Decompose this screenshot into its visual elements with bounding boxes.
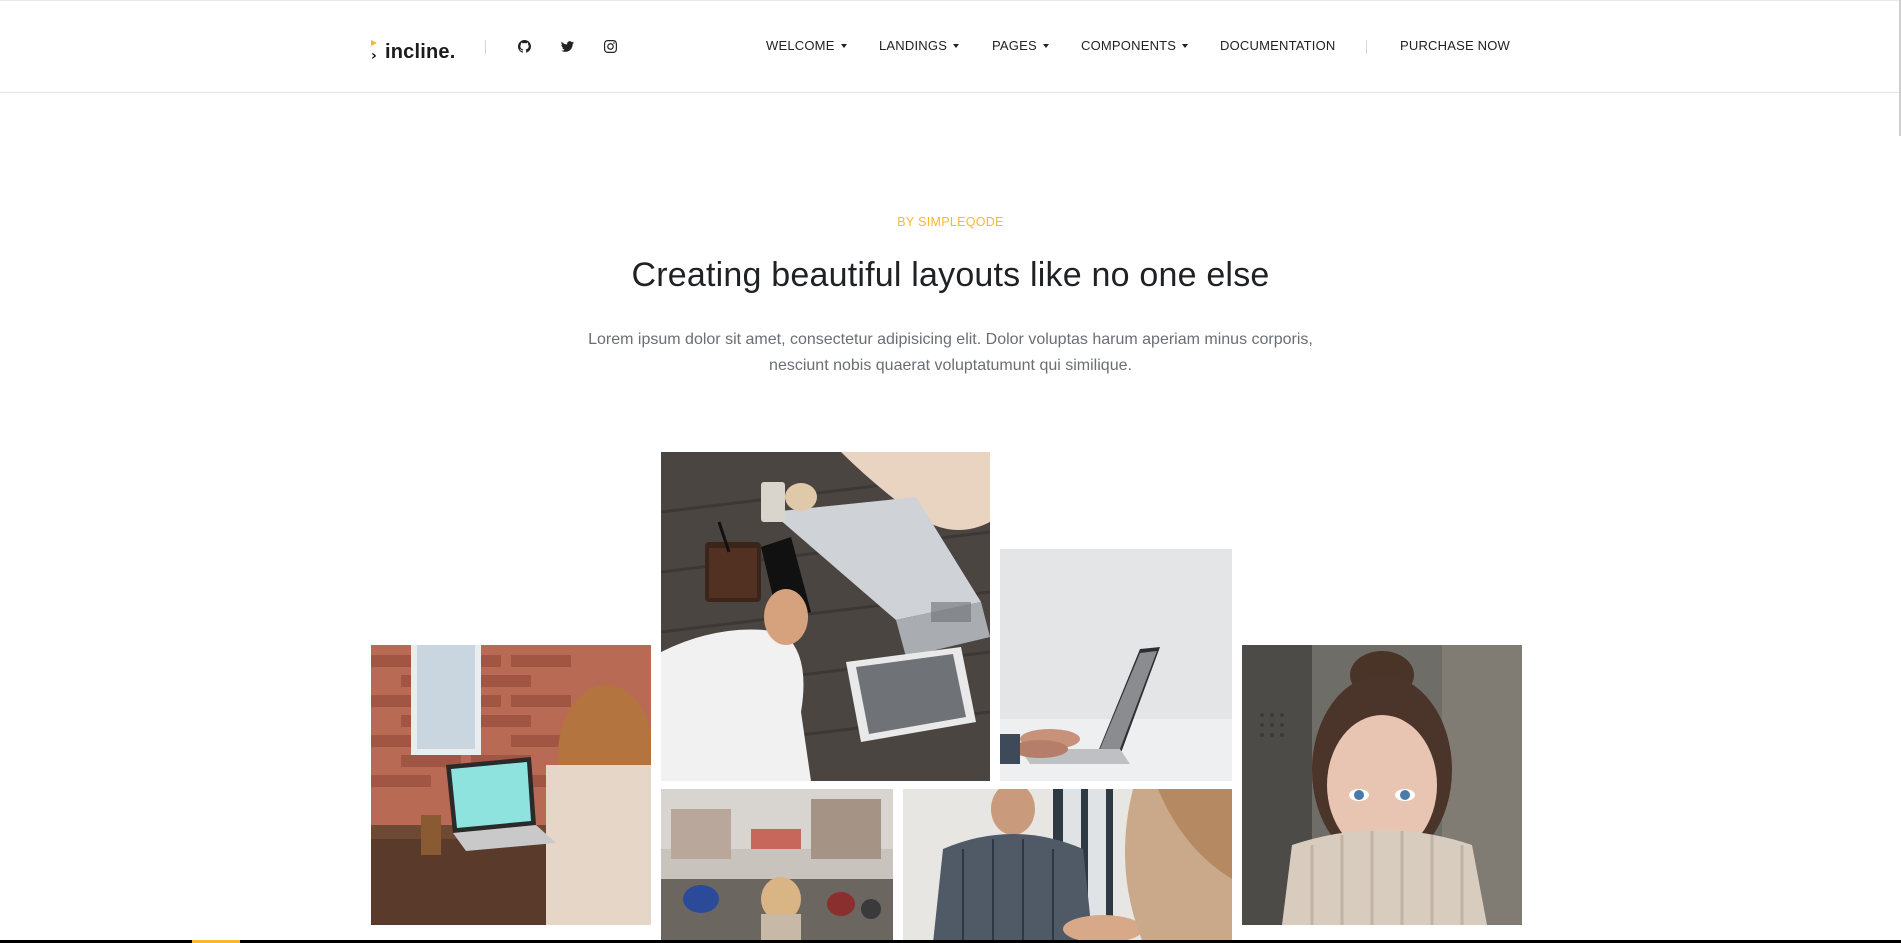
- nav-pages-label: PAGES: [992, 38, 1037, 53]
- divider: [485, 40, 486, 54]
- gallery-photo-woman-sweater[interactable]: [1242, 645, 1522, 925]
- caret-down-icon: [840, 44, 847, 48]
- navbar: › incline. WELCOME LANDINGS PAGES COMPON…: [0, 0, 1901, 93]
- caret-down-icon: [1182, 44, 1189, 48]
- instagram-icon[interactable]: [601, 37, 619, 55]
- gallery-photo-street-crowd[interactable]: [661, 789, 893, 943]
- gallery-photo-laptop-brick-wall[interactable]: [371, 645, 651, 925]
- nav-welcome[interactable]: WELCOME: [766, 38, 847, 53]
- nav-pages[interactable]: PAGES: [992, 38, 1049, 53]
- caret-down-icon: [1042, 44, 1049, 48]
- nav-landings[interactable]: LANDINGS: [879, 38, 960, 53]
- github-icon[interactable]: [515, 37, 533, 55]
- divider: [1366, 40, 1367, 54]
- hero-eyebrow: BY SIMPLEQODE: [897, 215, 1004, 229]
- twitter-icon[interactable]: [558, 37, 576, 55]
- purchase-now-link[interactable]: PURCHASE NOW: [1400, 38, 1510, 53]
- incline-logo-icon: ›: [371, 40, 381, 63]
- hero-lead: Lorem ipsum dolor sit amet, consectetur …: [588, 331, 1313, 374]
- nav-components[interactable]: COMPONENTS: [1081, 38, 1189, 53]
- nav-components-label: COMPONENTS: [1081, 38, 1177, 53]
- nav-welcome-label: WELCOME: [766, 38, 835, 53]
- gallery-photo-handshake[interactable]: [903, 789, 1232, 943]
- nav-documentation-label: DOCUMENTATION: [1220, 38, 1336, 53]
- nav-documentation[interactable]: DOCUMENTATION: [1220, 38, 1336, 53]
- hero-title: Creating beautiful layouts like no one e…: [631, 256, 1270, 294]
- brand-name: incline.: [385, 41, 456, 63]
- brand-logo[interactable]: › incline.: [371, 36, 456, 66]
- purchase-now-label: PURCHASE NOW: [1400, 38, 1511, 53]
- caret-down-icon: [953, 44, 960, 48]
- nav-landings-label: LANDINGS: [879, 38, 948, 53]
- gallery-photo-hands-laptop[interactable]: [1000, 549, 1232, 781]
- gallery-photo-coffee-table[interactable]: [661, 452, 990, 781]
